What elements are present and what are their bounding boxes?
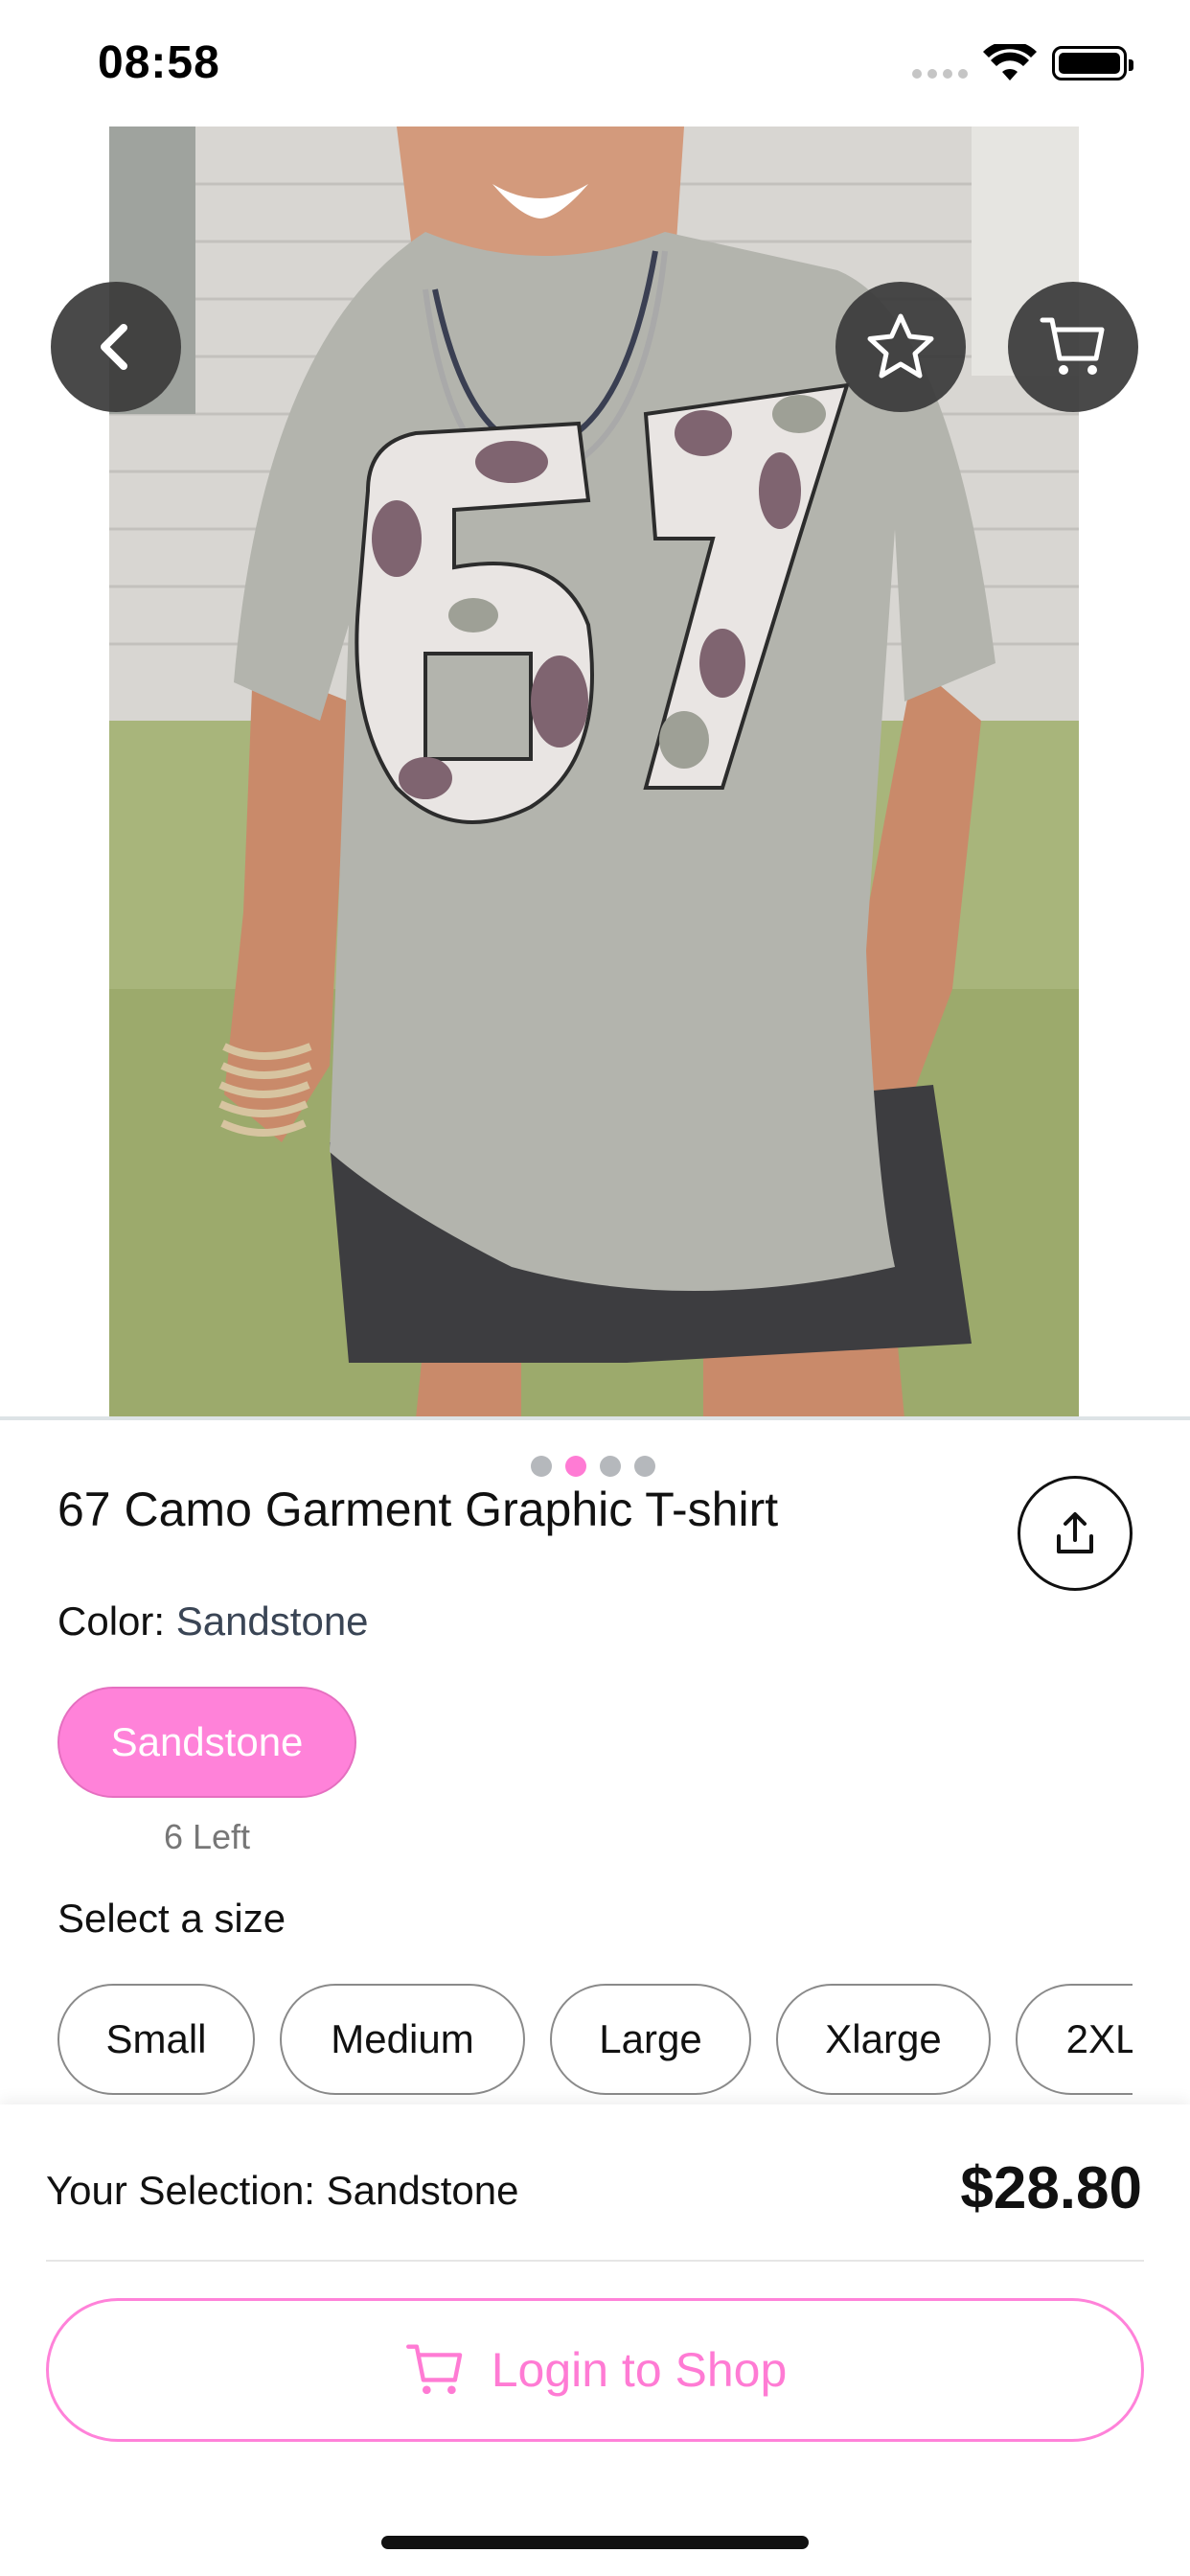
size-large-button[interactable]: Large (550, 1984, 751, 2095)
price: $28.80 (960, 2155, 1142, 2221)
chevron-left-icon (101, 324, 127, 370)
status-time: 08:58 (98, 37, 220, 88)
share-button[interactable] (1018, 1476, 1133, 1591)
size-options: Small Medium Large Xlarge 2XL (57, 1984, 1133, 2095)
status-bar: 08:58 (0, 0, 1190, 126)
color-label-text: Color: (57, 1598, 176, 1644)
battery-icon (1052, 46, 1133, 80)
size-xlarge-button[interactable]: Xlarge (776, 1984, 991, 2095)
product-title: 67 Camo Garment Graphic T-shirt (57, 1483, 779, 1536)
wifi-icon (983, 44, 1037, 80)
stock-count: 6 Left (163, 1817, 251, 1856)
login-to-shop-label: Login to Shop (491, 2343, 788, 2397)
share-icon (1057, 1512, 1093, 1553)
selection-summary: Your Selection: Sandstone (46, 2168, 519, 2213)
size-label: Select a size (57, 1896, 286, 1941)
star-icon (867, 313, 934, 379)
cart-icon (405, 2344, 462, 2395)
pager-dot-active[interactable] (565, 1456, 586, 1477)
color-label: Color: Sandstone (57, 1598, 369, 1644)
product-image-gallery[interactable] (0, 126, 1190, 1497)
home-indicator (381, 2536, 809, 2549)
back-button[interactable] (51, 282, 181, 412)
pager-dot[interactable] (600, 1456, 621, 1477)
favorite-button[interactable] (835, 282, 966, 412)
color-value: Sandstone (175, 1598, 369, 1644)
cart-icon (1040, 317, 1105, 375)
pager-dot[interactable] (531, 1456, 552, 1477)
divider (0, 1416, 1190, 1420)
size-small-button[interactable]: Small (57, 1984, 255, 2095)
pager-dot[interactable] (634, 1456, 655, 1477)
cart-button[interactable] (1008, 282, 1138, 412)
signal-icon (912, 69, 968, 79)
login-to-shop-button[interactable]: Login to Shop (46, 2298, 1144, 2442)
size-2xl-button[interactable]: 2XL (1016, 1984, 1133, 2095)
color-option-sandstone[interactable]: Sandstone (57, 1687, 356, 1798)
size-medium-button[interactable]: Medium (280, 1984, 525, 2095)
divider (46, 2260, 1144, 2262)
